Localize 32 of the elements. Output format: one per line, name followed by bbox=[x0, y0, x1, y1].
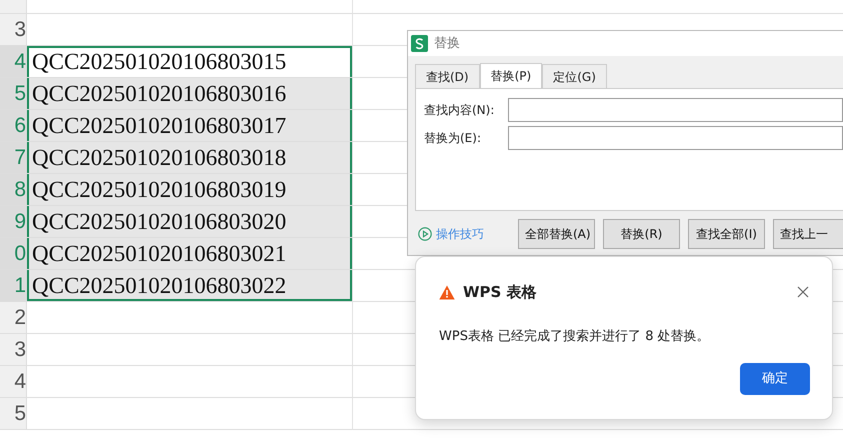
warning-icon bbox=[439, 284, 455, 300]
dialog-title: 替换 bbox=[434, 34, 460, 53]
dialog-button[interactable]: 查找上一 bbox=[773, 219, 843, 249]
table-cell[interactable]: QCC202501020106803016 bbox=[27, 78, 353, 110]
table-cell[interactable]: QCC202501020106803015 bbox=[27, 46, 353, 78]
dialog-tab[interactable]: 定位(G) bbox=[542, 64, 607, 88]
row-header[interactable]: 3 bbox=[0, 334, 27, 366]
ok-button[interactable]: 确定 bbox=[740, 363, 810, 395]
play-icon bbox=[418, 227, 432, 241]
table-cell[interactable]: QCC202501020106803021 bbox=[27, 238, 353, 270]
table-cell[interactable]: QCC202501020106803019 bbox=[27, 174, 353, 206]
input-field[interactable] bbox=[508, 126, 843, 150]
app-logo-icon bbox=[411, 35, 428, 52]
dialog-tab[interactable]: 替换(P) bbox=[480, 63, 542, 88]
dialog-button[interactable]: 替换(R) bbox=[603, 219, 680, 249]
row-header[interactable]: 2 bbox=[0, 302, 27, 334]
table-cell[interactable]: QCC202501020106803018 bbox=[27, 142, 353, 174]
table-cell[interactable]: QCC202501020106803022 bbox=[27, 270, 353, 302]
message-title: WPS 表格 bbox=[463, 282, 537, 303]
table-cell[interactable]: QCC202501020106803017 bbox=[27, 110, 353, 142]
row-header[interactable]: 5 bbox=[0, 398, 27, 430]
close-icon[interactable] bbox=[797, 286, 809, 298]
field-label: 替换为(E): bbox=[424, 130, 482, 147]
dialog-button[interactable]: 查找全部(I) bbox=[688, 219, 765, 249]
table-cell[interactable]: QCC202501020106803020 bbox=[27, 206, 353, 238]
row-header[interactable]: 4 bbox=[0, 366, 27, 398]
message-text: WPS表格 已经完成了搜索并进行了 8 处替换。 bbox=[439, 328, 711, 346]
input-field[interactable] bbox=[508, 98, 843, 122]
row-header[interactable]: 3 bbox=[0, 14, 27, 46]
dialog-tab[interactable]: 查找(D) bbox=[415, 64, 480, 88]
field-label: 查找内容(N): bbox=[424, 102, 496, 119]
dialog-button[interactable]: 全部替换(A) bbox=[518, 219, 595, 249]
